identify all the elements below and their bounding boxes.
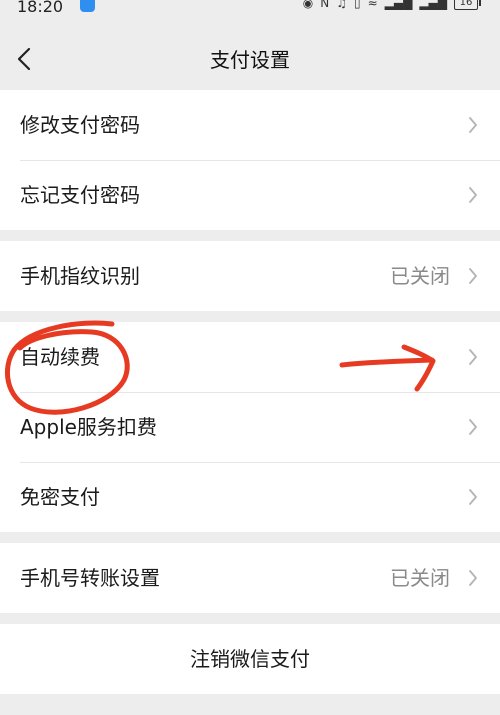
chevron-right-icon	[469, 570, 477, 586]
status-icons: ◉ N ♫ ▯ ≈ ▂▄▆ ▂▄▆ 16	[302, 0, 481, 10]
fingerprint-row[interactable]: 手机指纹识别 已关闭	[0, 241, 500, 311]
mute-icon: ♫	[336, 0, 347, 10]
battery-icon: 16	[454, 0, 481, 10]
transfer-group: 手机号转账设置 已关闭	[0, 543, 500, 613]
signal-icon-2: ▂▄▆	[419, 0, 447, 10]
password-group: 修改支付密码 忘记支付密码	[0, 90, 500, 230]
nfc-icon: N	[320, 0, 330, 10]
chevron-right-icon	[469, 349, 477, 365]
app-notification-icon	[80, 0, 95, 12]
status-time: 18:20	[17, 0, 64, 16]
chevron-right-icon	[469, 489, 477, 505]
row-label: 忘记支付密码	[20, 183, 140, 207]
row-label: 注销微信支付	[190, 647, 310, 671]
signal-icon: ▂▄▆	[384, 0, 413, 10]
vibrate-icon: ▯	[353, 0, 361, 10]
row-value: 已关闭	[390, 566, 450, 590]
chevron-right-icon	[469, 419, 477, 435]
cancel-group: 注销微信支付	[0, 624, 500, 694]
chevron-right-icon	[469, 268, 477, 284]
status-bar: 18:20 ◉ N ♫ ▯ ≈ ▂▄▆ ▂▄▆ 16	[0, 0, 500, 18]
row-label: 修改支付密码	[20, 113, 140, 137]
page-title: 支付设置	[210, 48, 290, 72]
chevron-right-icon	[469, 117, 477, 133]
fingerprint-group: 手机指纹识别 已关闭	[0, 241, 500, 311]
phone-transfer-row[interactable]: 手机号转账设置 已关闭	[0, 543, 500, 613]
apple-service-row[interactable]: Apple服务扣费	[0, 392, 500, 462]
row-label: Apple服务扣费	[20, 415, 157, 439]
deduction-group: 自动续费 Apple服务扣费 免密支付	[0, 322, 500, 532]
cancel-wechat-pay-button[interactable]: 注销微信支付	[0, 624, 500, 694]
wifi-icon: ≈	[367, 0, 378, 10]
row-value: 已关闭	[390, 264, 450, 288]
auto-renew-row[interactable]: 自动续费	[0, 322, 500, 392]
chevron-right-icon	[469, 187, 477, 203]
eye-icon: ◉	[302, 0, 314, 10]
nav-bar: 支付设置	[0, 25, 500, 90]
password-free-pay-row[interactable]: 免密支付	[0, 462, 500, 532]
row-label: 自动续费	[20, 345, 100, 369]
row-label: 免密支付	[20, 485, 100, 509]
forgot-pay-password-row[interactable]: 忘记支付密码	[0, 160, 500, 230]
change-pay-password-row[interactable]: 修改支付密码	[0, 90, 500, 160]
row-label: 手机指纹识别	[20, 264, 140, 288]
row-label: 手机号转账设置	[20, 566, 160, 590]
